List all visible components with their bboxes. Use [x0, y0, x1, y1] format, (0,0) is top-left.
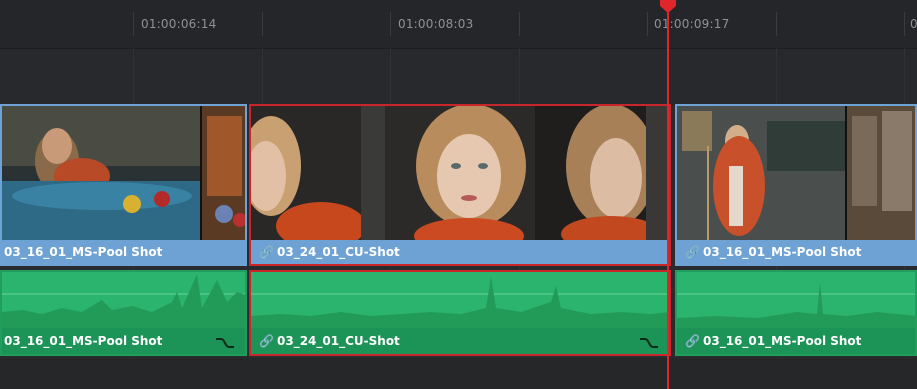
- clip-thumbnails: [2, 106, 245, 240]
- ruler-divider: [776, 12, 777, 36]
- audio-waveform: [2, 272, 245, 330]
- link-icon: 🔗: [259, 245, 274, 259]
- clip-label: 🔗 03_16_01_MS-Pool Shot: [677, 328, 915, 354]
- clip-name: 03_16_01_MS-Pool Shot: [703, 245, 862, 259]
- playhead-icon[interactable]: [659, 0, 677, 14]
- clip-label: 🔗 03_24_01_CU-Shot: [251, 328, 669, 354]
- clip-name: 03_24_01_CU-Shot: [277, 334, 400, 348]
- ruler-timecode: 01:00:08:03: [398, 17, 474, 31]
- link-icon: 🔗: [685, 334, 700, 348]
- audio-waveform: [251, 272, 669, 330]
- ruler-divider: [647, 12, 648, 36]
- audio-waveform: [677, 272, 915, 330]
- ruler-timecode: 01:00:09:17: [654, 17, 730, 31]
- clip-thumbnails: [251, 106, 669, 240]
- empty-track-area[interactable]: [0, 358, 917, 389]
- ruler-divider: [904, 12, 905, 36]
- link-icon: 🔗: [685, 245, 700, 259]
- waveform-graphic: [251, 276, 669, 330]
- waveform-graphic: [677, 282, 915, 330]
- ruler-divider: [390, 12, 391, 36]
- video-clip[interactable]: 🔗 03_16_01_MS-Pool Shot: [675, 104, 917, 266]
- clip-name: 03_16_01_MS-Pool Shot: [703, 334, 862, 348]
- clip-name: 03_16_01_MS-Pool Shot: [4, 334, 163, 348]
- playhead-line[interactable]: [667, 0, 669, 389]
- video-clip[interactable]: 03_16_01_MS-Pool Shot: [0, 104, 247, 266]
- clip-name: 03_16_01_MS-Pool Shot: [2, 240, 245, 264]
- clip-thumbnails: [677, 106, 915, 240]
- ruler-timecode: 0: [910, 17, 917, 31]
- ruler-timecode: 01:00:06:14: [141, 17, 217, 31]
- pool-shot-thumbnail: [2, 106, 245, 240]
- volume-curve-icon[interactable]: [639, 336, 659, 350]
- audio-clip[interactable]: 🔗 03_16_01_MS-Pool Shot: [675, 270, 917, 356]
- waveform-graphic: [2, 274, 245, 330]
- link-icon: 🔗: [259, 334, 274, 348]
- ruler-divider: [262, 12, 263, 36]
- clip-label: 🔗 03_24_01_CU-Shot: [251, 240, 669, 264]
- ruler-divider: [519, 12, 520, 36]
- ruler-divider: [133, 12, 134, 36]
- empty-video-track[interactable]: [0, 49, 917, 105]
- clip-label: 🔗 03_16_01_MS-Pool Shot: [677, 240, 915, 264]
- clip-label: 03_16_01_MS-Pool Shot: [2, 328, 245, 354]
- timeline-ruler[interactable]: 01:00:06:14 01:00:08:03 01:00:09:17 0: [0, 0, 917, 49]
- audio-clip-selected[interactable]: 🔗 03_24_01_CU-Shot: [249, 270, 671, 356]
- volume-curve-icon[interactable]: [215, 336, 235, 350]
- cu-shot-thumbnail: [251, 106, 669, 240]
- audio-clip[interactable]: 03_16_01_MS-Pool Shot: [0, 270, 247, 356]
- pool-shot-thumbnail: [677, 106, 915, 240]
- clip-name: 03_24_01_CU-Shot: [277, 245, 400, 259]
- video-clip-selected[interactable]: 🔗 03_24_01_CU-Shot: [249, 104, 671, 266]
